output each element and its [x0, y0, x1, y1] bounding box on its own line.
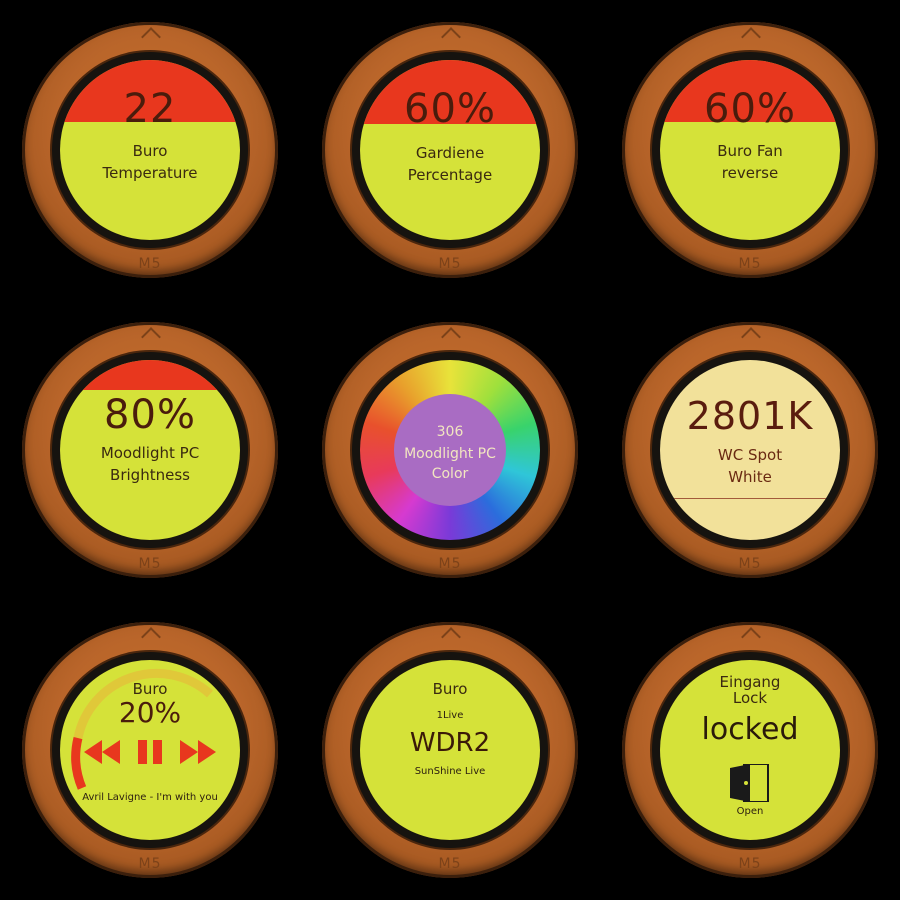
lock-title-1: Eingang — [719, 673, 781, 691]
brand-mark: M5 — [738, 256, 762, 272]
device-moodlight-brightness[interactable]: 80% Moodlight PC Brightness M5 — [22, 322, 278, 578]
door-open-icon[interactable] — [730, 763, 770, 803]
lock-title-2: Lock — [732, 689, 768, 707]
divider — [670, 498, 830, 499]
device-buro-radio[interactable]: Buro 1Live WDR2 SunShine Live M5 — [322, 622, 578, 878]
brand-mark: M5 — [438, 256, 462, 272]
lock-state: locked — [701, 712, 799, 747]
device-eingang-lock[interactable]: Eingang Lock locked Open M5 — [622, 622, 878, 878]
device-screen[interactable]: Eingang Lock locked Open — [660, 660, 840, 840]
track-title: Avril Lavigne - I'm with you — [82, 792, 218, 803]
value-display: 2801K — [686, 394, 814, 438]
brand-mark: M5 — [138, 856, 162, 872]
device-screen[interactable]: 80% Moodlight PC Brightness — [60, 360, 240, 540]
device-screen[interactable]: 60% Gardiene Percentage — [360, 60, 540, 240]
volume-value: 20% — [118, 696, 182, 729]
device-screen[interactable]: Buro 1Live WDR2 SunShine Live — [360, 660, 540, 840]
device-buro-media[interactable]: Buro 20% Avril Lavigne - I'm with you M5 — [22, 622, 278, 878]
open-action-label[interactable]: Open — [660, 806, 840, 817]
previous-station: 1Live — [436, 710, 464, 721]
value-display: 80% — [104, 392, 196, 438]
label-line-1: Moodlight PC — [100, 444, 200, 462]
label-line-1: Buro — [132, 142, 168, 160]
label-line-1: WC Spot — [717, 446, 783, 464]
label-line-1: Buro Fan — [717, 142, 783, 160]
pause-icon[interactable] — [136, 740, 164, 764]
hue-value: 306 — [436, 424, 464, 440]
value-display: 60% — [404, 86, 496, 132]
label-line-2: Brightness — [110, 466, 190, 484]
brand-mark: M5 — [738, 556, 762, 572]
label-line-2: Color — [431, 466, 469, 482]
device-buro-temperature[interactable]: 22 Buro Temperature M5 — [22, 22, 278, 278]
next-station: SunShine Live — [414, 766, 486, 777]
value-display: 22 — [123, 86, 177, 132]
current-station: WDR2 — [409, 728, 491, 758]
label-line-2: reverse — [721, 164, 779, 182]
brand-mark: M5 — [138, 556, 162, 572]
device-wc-spot[interactable]: 2801K WC Spot White M5 — [622, 322, 878, 578]
brand-mark: M5 — [438, 856, 462, 872]
label-line-1: Gardiene — [415, 144, 485, 162]
device-screen[interactable]: 60% Buro Fan reverse — [660, 60, 840, 240]
label-line-2: White — [728, 468, 772, 486]
device-screen[interactable]: 2801K WC Spot White — [660, 360, 840, 540]
device-gardiene-percentage[interactable]: 60% Gardiene Percentage M5 — [322, 22, 578, 278]
rewind-icon[interactable] — [84, 740, 120, 764]
label-line-1: Moodlight PC — [404, 446, 496, 462]
fast-forward-icon[interactable] — [180, 740, 216, 764]
brand-mark: M5 — [438, 556, 462, 572]
label-line-2: Percentage — [407, 166, 493, 184]
radio-title: Buro — [432, 680, 468, 698]
device-buro-fan[interactable]: 60% Buro Fan reverse M5 — [622, 22, 878, 278]
brand-mark: M5 — [738, 856, 762, 872]
label-line-2: Temperature — [102, 164, 198, 182]
device-moodlight-color[interactable]: 306 Moodlight PC Color M5 — [322, 322, 578, 578]
value-display: 60% — [704, 86, 796, 132]
color-wheel[interactable]: 306 Moodlight PC Color — [360, 360, 540, 540]
device-screen[interactable]: 22 Buro Temperature — [60, 60, 240, 240]
level-fill — [60, 360, 240, 390]
brand-mark: M5 — [138, 256, 162, 272]
device-screen[interactable]: Buro 20% Avril Lavigne - I'm with you — [60, 660, 240, 840]
